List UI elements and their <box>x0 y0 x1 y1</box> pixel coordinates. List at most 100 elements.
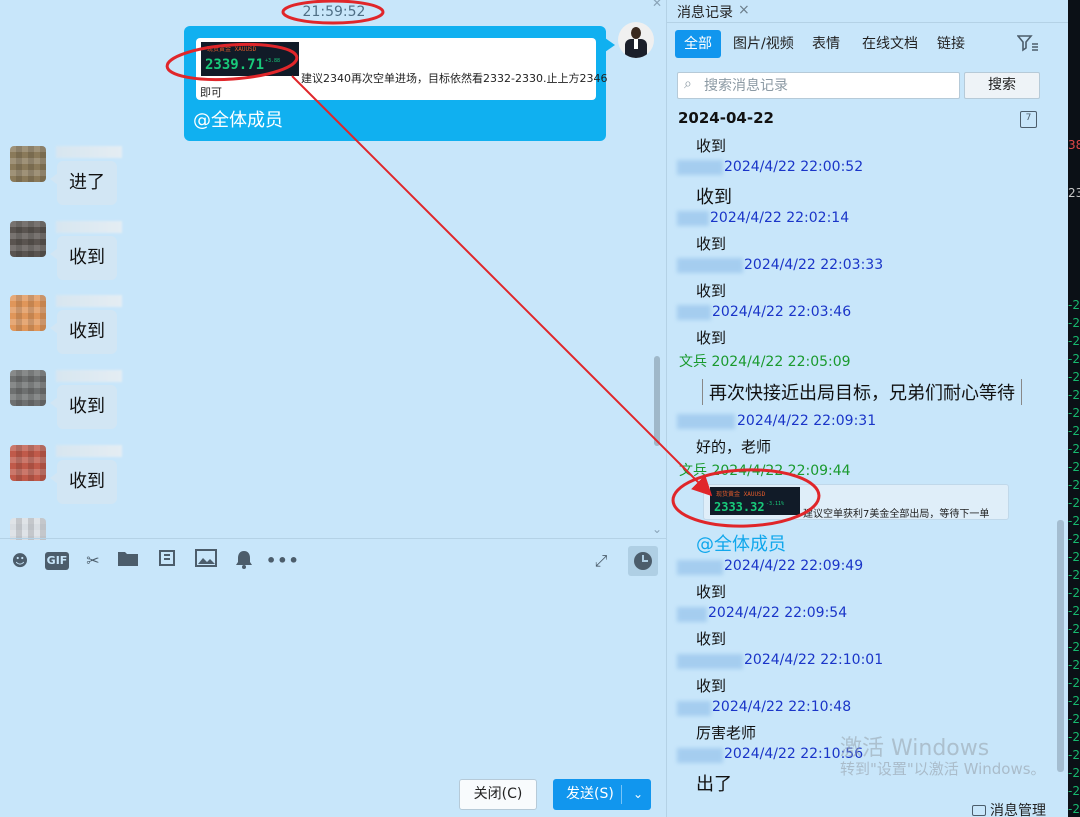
chat-message: 进了 <box>0 146 200 206</box>
sender-name <box>56 146 122 158</box>
input-toolbar: ☻ GIF ✂ ••• ⤢ <box>0 538 666 582</box>
bell-icon[interactable] <box>233 549 255 573</box>
avatar[interactable] <box>10 445 46 481</box>
history-meta: 2024/4/22 22:03:33 <box>744 257 884 273</box>
chat-message: 收到 <box>0 370 200 430</box>
tab-message-history[interactable]: 消息记录 <box>677 2 733 22</box>
sender-name <box>56 445 122 457</box>
search-icon: ⌕ <box>684 76 692 92</box>
date-header: 2024-04-22 <box>678 109 774 127</box>
chat-message <box>0 518 200 540</box>
ticker-change: -3.11% <box>766 501 785 507</box>
history-message: 厉害老师 <box>696 724 757 742</box>
background-chart-edge: 38 23 -2 -2 -2 -2 -2 -2 -2 -2 -2 -2 -2 -… <box>1068 0 1080 817</box>
message-bubble[interactable]: 收到 <box>50 310 117 354</box>
history-search-field[interactable]: ⌕ <box>677 72 960 99</box>
expand-icon[interactable]: ⤢ <box>590 549 612 573</box>
filter-icon[interactable] <box>1016 34 1039 56</box>
avatar[interactable] <box>10 518 46 540</box>
history-meta: 2024/4/22 22:02:14 <box>710 210 850 226</box>
history-message: 收到 <box>696 235 727 253</box>
send-label: 发送(S) <box>566 786 614 802</box>
message-bubble[interactable]: 收到 <box>50 236 117 280</box>
avatar[interactable] <box>10 370 46 406</box>
emoji-icon[interactable]: ☻ <box>10 549 30 573</box>
history-meta: 2024/4/22 22:09:31 <box>737 413 877 429</box>
filter-tab-emoji[interactable]: 表情 <box>804 30 848 58</box>
message-bubble[interactable]: 进了 <box>50 161 117 205</box>
history-meta: 文兵 2024/4/22 22:05:09 <box>679 354 851 370</box>
message-bubble[interactable]: 收到 <box>50 460 117 504</box>
history-meta: 2024/4/22 22:09:54 <box>708 605 848 621</box>
ticker-price: 2333.32 <box>714 500 765 514</box>
filter-tab-docs[interactable]: 在线文档 <box>854 30 926 58</box>
manage-icon <box>972 805 986 816</box>
message-management-label: 消息管理 <box>990 803 1046 817</box>
ticker-name: 现货黄金 XAUUSD <box>716 491 766 498</box>
chat-message: 收到 <box>0 295 200 355</box>
calendar-icon[interactable]: 7 <box>1020 111 1037 128</box>
my-avatar[interactable] <box>618 22 654 58</box>
history-message: 收到 <box>696 677 727 695</box>
message-management-button[interactable]: 消息管理 <box>972 800 1046 817</box>
chat-message: 收到 <box>0 221 200 281</box>
quote-text: 建议空单获利7美金全部出局，等待下一单 <box>803 509 990 520</box>
my-message-bubble[interactable]: 现货黄金 XAUUSD 2339.71 +3.88 建议2340再次空单进场，目… <box>184 26 615 141</box>
history-mention-all: @全体成员 <box>696 534 786 555</box>
send-button[interactable]: 发送(S) ⌄ <box>553 779 651 810</box>
image-icon[interactable] <box>195 549 217 573</box>
ticker-name: 现货黄金 XAUUSD <box>207 46 257 53</box>
history-message: 再次快接近出局目标，兄弟们耐心等待 <box>702 379 1022 405</box>
close-button[interactable]: 关闭(C) <box>459 779 537 810</box>
ticker-thumbnail: 现货黄金 XAUUSD 2333.32 -3.11% <box>710 487 800 515</box>
history-meta: 2024/4/22 22:09:49 <box>724 558 864 574</box>
history-clock-icon[interactable] <box>628 546 658 576</box>
ticker-thumbnail: 现货黄金 XAUUSD 2339.71 +3.88 <box>201 42 299 76</box>
ticker-change: +3.88 <box>265 58 281 64</box>
avatar[interactable] <box>10 295 46 331</box>
history-message: 出了 <box>696 774 732 795</box>
file-transfer-icon[interactable] <box>156 549 178 573</box>
quote-text: 建议2340再次空单进场，目标依然看2332-2330.止上方2346 <box>301 72 608 85</box>
gif-icon[interactable]: GIF <box>45 552 69 570</box>
activation-watermark-subtitle: 转到"设置"以激活 Windows。 <box>840 760 1046 778</box>
more-icon[interactable]: ••• <box>266 549 299 573</box>
scroll-down-icon[interactable]: ⌄ <box>652 522 662 536</box>
ticker-price: 2339.71 <box>205 57 265 73</box>
history-message: 好的，老师 <box>696 438 772 456</box>
history-meta: 文兵 2024/4/22 22:09:44 <box>679 463 851 479</box>
history-message: 收到 <box>696 137 727 155</box>
sender-name <box>56 221 122 233</box>
history-search-input[interactable] <box>704 76 954 96</box>
quote-text-continued: 即可 <box>200 86 222 99</box>
history-message: 收到 <box>696 583 727 601</box>
avatar[interactable] <box>10 221 46 257</box>
sender-name <box>56 370 122 382</box>
chevron-down-icon[interactable]: ⌄ <box>627 779 649 810</box>
history-message: 收到 <box>696 187 732 208</box>
folder-icon[interactable] <box>117 549 139 573</box>
filter-tab-media[interactable]: 图片/视频 <box>725 30 802 58</box>
filter-tab-links[interactable]: 链接 <box>929 30 973 58</box>
history-meta: 2024/4/22 22:00:52 <box>724 159 864 175</box>
search-button[interactable]: 搜索 <box>964 72 1040 99</box>
history-scrollbar[interactable] <box>1057 520 1064 772</box>
history-meta: 2024/4/22 22:10:48 <box>712 699 852 715</box>
chat-message: 收到 <box>0 445 200 505</box>
filter-tab-all[interactable]: 全部 <box>675 30 721 58</box>
avatar[interactable] <box>10 146 46 182</box>
quote-card[interactable]: 现货黄金 XAUUSD 2339.71 +3.88 建议2340再次空单进场，目… <box>196 38 607 100</box>
screenshot-scissors-icon[interactable]: ✂ <box>82 549 104 573</box>
sender-name <box>56 295 122 307</box>
close-icon[interactable]: × <box>738 2 750 18</box>
history-quote-card[interactable]: 现货黄金 XAUUSD 2333.32 -3.11% 建议空单获利7美金全部出局… <box>703 484 1009 520</box>
chat-scrollbar[interactable] <box>654 356 660 446</box>
history-message: 收到 <box>696 630 727 648</box>
message-timestamp: 21:59:52 <box>302 4 366 20</box>
mention-all[interactable]: @全体成员 <box>193 106 283 132</box>
message-bubble[interactable]: 收到 <box>50 385 117 429</box>
scroll-up-icon[interactable]: ✕ <box>652 0 662 10</box>
history-message: 收到 <box>696 282 727 300</box>
history-message: 收到 <box>696 329 727 347</box>
history-meta: 2024/4/22 22:10:01 <box>744 652 884 668</box>
